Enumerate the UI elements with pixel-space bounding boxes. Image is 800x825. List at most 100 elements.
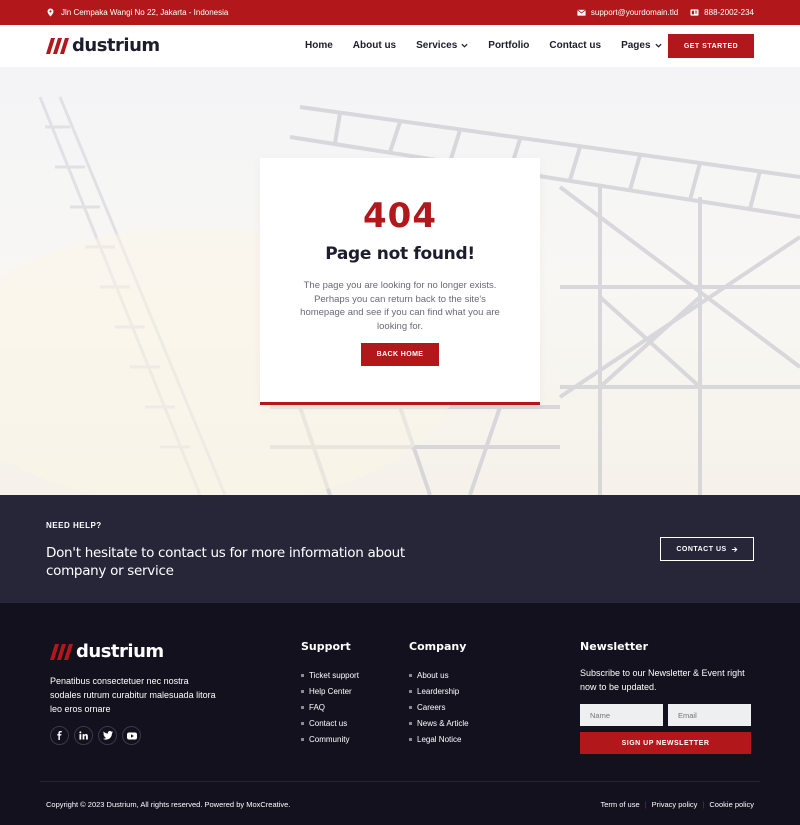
envelope-icon xyxy=(577,9,586,16)
twitter-icon xyxy=(102,731,113,740)
bullet-icon xyxy=(301,690,304,694)
company-link-label: About us xyxy=(417,671,449,681)
contact-us-button[interactable]: CONTACT US xyxy=(660,537,754,561)
nav-portfolio[interactable]: Portfolio xyxy=(488,40,529,51)
address-info: Jln Cempaka Wangi No 22, Jakarta - Indon… xyxy=(46,8,228,17)
error-card: 404 Page not found! The page you are loo… xyxy=(260,158,540,405)
linkedin-icon xyxy=(79,731,88,740)
company-link-label: Leardership xyxy=(417,687,460,697)
linkedin-link[interactable] xyxy=(74,726,93,745)
site-header: dustrium Home About us Services Portfoli… xyxy=(0,25,800,67)
email-info[interactable]: support@yourdomain.tld xyxy=(577,8,678,17)
top-bar: Jln Cempaka Wangi No 22, Jakarta - Indon… xyxy=(0,0,800,25)
main-nav: Home About us Services Portfolio Contact… xyxy=(305,40,662,51)
bullet-icon xyxy=(301,737,304,741)
company-link-label: News & Article xyxy=(417,718,469,728)
email-text[interactable]: support@yourdomain.tld xyxy=(591,8,678,17)
support-link-label: Help Center xyxy=(309,687,352,697)
company-link[interactable]: About us xyxy=(409,668,469,684)
bullet-icon xyxy=(301,674,304,678)
back-home-button[interactable]: BACK HOME xyxy=(361,343,439,366)
nav-about[interactable]: About us xyxy=(353,40,396,51)
newsletter-name-input[interactable] xyxy=(580,704,663,726)
youtube-icon xyxy=(126,732,137,739)
copyright-text: Copyright © 2023 Dustrium, All rights re… xyxy=(46,800,291,809)
twitter-link[interactable] xyxy=(98,726,117,745)
youtube-link[interactable] xyxy=(122,726,141,745)
logo-mark-icon xyxy=(46,37,69,54)
company-links: About us Leardership Careers News & Arti… xyxy=(409,668,469,747)
phone-info[interactable]: 888-2002-234 xyxy=(690,8,754,17)
signup-newsletter-button[interactable]: SIGN UP NEWSLETTER xyxy=(580,732,751,754)
company-link[interactable]: Legal Notice xyxy=(409,731,469,747)
address-text: Jln Cempaka Wangi No 22, Jakarta - Indon… xyxy=(61,8,229,17)
company-link[interactable]: News & Article xyxy=(409,715,469,731)
bullet-icon xyxy=(409,674,412,678)
support-link[interactable]: FAQ xyxy=(301,700,359,716)
legal-links: Term of use | Privacy policy | Cookie po… xyxy=(600,800,754,809)
facebook-link[interactable] xyxy=(50,726,69,745)
support-link-label: Ticket support xyxy=(309,671,359,681)
legal-separator: | xyxy=(644,800,647,809)
error-title: Page not found! xyxy=(325,244,475,264)
map-pin-icon xyxy=(47,8,54,17)
help-message: Don't hesitate to contact us for more in… xyxy=(46,545,405,579)
newsletter-text: Subscribe to our Newsletter & Event righ… xyxy=(580,668,745,692)
error-code: 404 xyxy=(363,196,437,236)
support-link[interactable]: Community xyxy=(301,731,359,747)
phone-text[interactable]: 888-2002-234 xyxy=(704,8,754,17)
company-link[interactable]: Leardership xyxy=(409,684,469,700)
footer-divider xyxy=(40,781,760,782)
facebook-icon xyxy=(57,731,62,740)
privacy-policy-link[interactable]: Privacy policy xyxy=(652,800,698,809)
footer-about: Penatibus consectetuer nec nostra sodale… xyxy=(50,676,216,714)
arrow-right-icon xyxy=(731,546,738,552)
support-link-label: Community xyxy=(309,734,350,744)
nav-services[interactable]: Services xyxy=(416,40,468,51)
bullet-icon xyxy=(409,721,412,725)
bullet-icon xyxy=(409,690,412,694)
chevron-down-icon xyxy=(654,43,662,48)
nav-pages-label: Pages xyxy=(621,40,651,51)
support-link[interactable]: Contact us xyxy=(301,715,359,731)
social-links xyxy=(50,726,141,745)
logo-mark-icon xyxy=(50,643,73,660)
nav-portfolio-label: Portfolio xyxy=(488,40,530,51)
help-kicker: NEED HELP? xyxy=(46,521,102,530)
support-link[interactable]: Help Center xyxy=(301,684,359,700)
nav-about-label: About us xyxy=(352,40,397,51)
support-title: Support xyxy=(301,640,351,653)
term-of-use-link[interactable]: Term of use xyxy=(600,800,639,809)
company-link-label: Legal Notice xyxy=(417,734,462,744)
support-links: Ticket support Help Center FAQ Contact u… xyxy=(301,668,359,747)
legal-separator: | xyxy=(702,800,705,809)
site-footer: dustrium Penatibus consectetuer nec nost… xyxy=(0,603,800,825)
footer-logo-text: dustrium xyxy=(76,641,164,662)
company-link-label: Careers xyxy=(417,702,446,712)
newsletter-title: Newsletter xyxy=(580,640,649,653)
nav-contact[interactable]: Contact us xyxy=(549,40,601,51)
logo-text: dustrium xyxy=(72,35,160,56)
nav-services-label: Services xyxy=(416,40,458,51)
bullet-icon xyxy=(301,721,304,725)
company-link[interactable]: Careers xyxy=(409,700,469,716)
chevron-down-icon xyxy=(461,43,468,48)
bullet-icon xyxy=(301,705,304,709)
nav-pages[interactable]: Pages xyxy=(621,40,662,51)
support-link[interactable]: Ticket support xyxy=(301,668,359,684)
logo[interactable]: dustrium xyxy=(46,35,160,56)
newsletter-email-input[interactable] xyxy=(668,704,751,726)
get-started-button[interactable]: GET STARTED xyxy=(668,34,754,58)
hero-section: 404 Page not found! The page you are loo… xyxy=(0,67,800,495)
nav-contact-label: Contact us xyxy=(549,40,602,51)
bullet-icon xyxy=(409,737,412,741)
bullet-icon xyxy=(409,705,412,709)
cookie-policy-link[interactable]: Cookie policy xyxy=(709,800,754,809)
help-band: NEED HELP? Don't hesitate to contact us … xyxy=(0,495,800,603)
support-link-label: FAQ xyxy=(309,702,326,712)
phone-icon xyxy=(690,9,699,16)
company-title: Company xyxy=(409,640,467,653)
nav-home[interactable]: Home xyxy=(305,40,333,51)
footer-logo[interactable]: dustrium xyxy=(50,641,164,662)
error-description: The page you are looking for no longer e… xyxy=(300,280,500,332)
